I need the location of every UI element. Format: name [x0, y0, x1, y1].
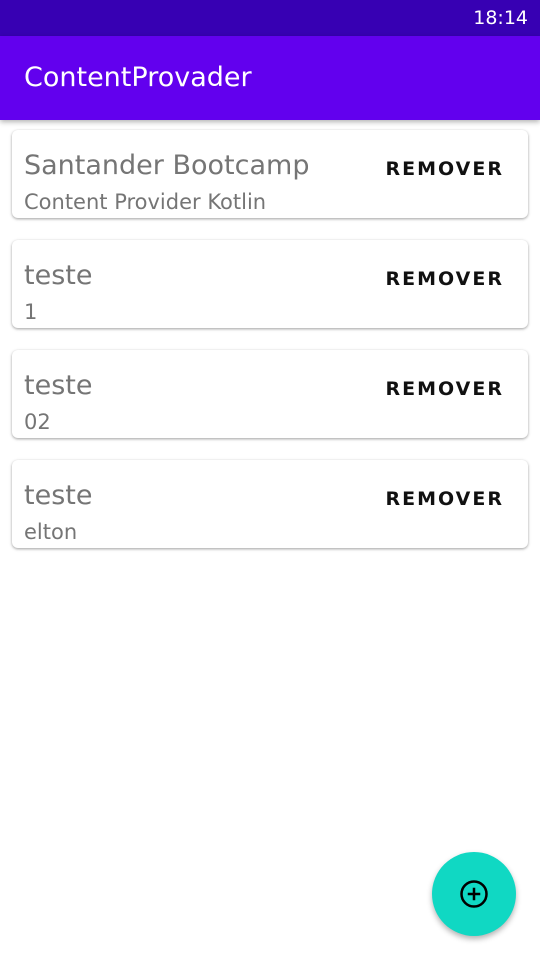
note-card: Santander Bootcamp Content Provider Kotl… [12, 130, 528, 218]
notes-list: Santander Bootcamp Content Provider Kotl… [0, 130, 540, 570]
remove-button[interactable]: REMOVER [386, 158, 504, 180]
note-title: teste [24, 480, 93, 511]
note-description: elton [24, 520, 78, 544]
remove-button[interactable]: REMOVER [386, 378, 504, 400]
add-circle-icon [460, 880, 488, 908]
note-title: teste [24, 260, 93, 291]
note-card: teste 1 REMOVER [12, 240, 528, 328]
remove-button[interactable]: REMOVER [386, 488, 504, 510]
note-description: 02 [24, 410, 51, 434]
status-time: 18:14 [473, 7, 528, 29]
note-description: 1 [24, 300, 38, 324]
remove-button[interactable]: REMOVER [386, 268, 504, 290]
note-card: teste 02 REMOVER [12, 350, 528, 438]
status-bar: 18:14 [0, 0, 540, 36]
note-title: teste [24, 370, 93, 401]
app-title: ContentProvader [24, 62, 252, 93]
app-bar: ContentProvader [0, 36, 540, 120]
note-card: teste elton REMOVER [12, 460, 528, 548]
note-title: Santander Bootcamp [24, 150, 310, 181]
add-note-fab[interactable] [432, 852, 516, 936]
note-description: Content Provider Kotlin [24, 190, 267, 214]
